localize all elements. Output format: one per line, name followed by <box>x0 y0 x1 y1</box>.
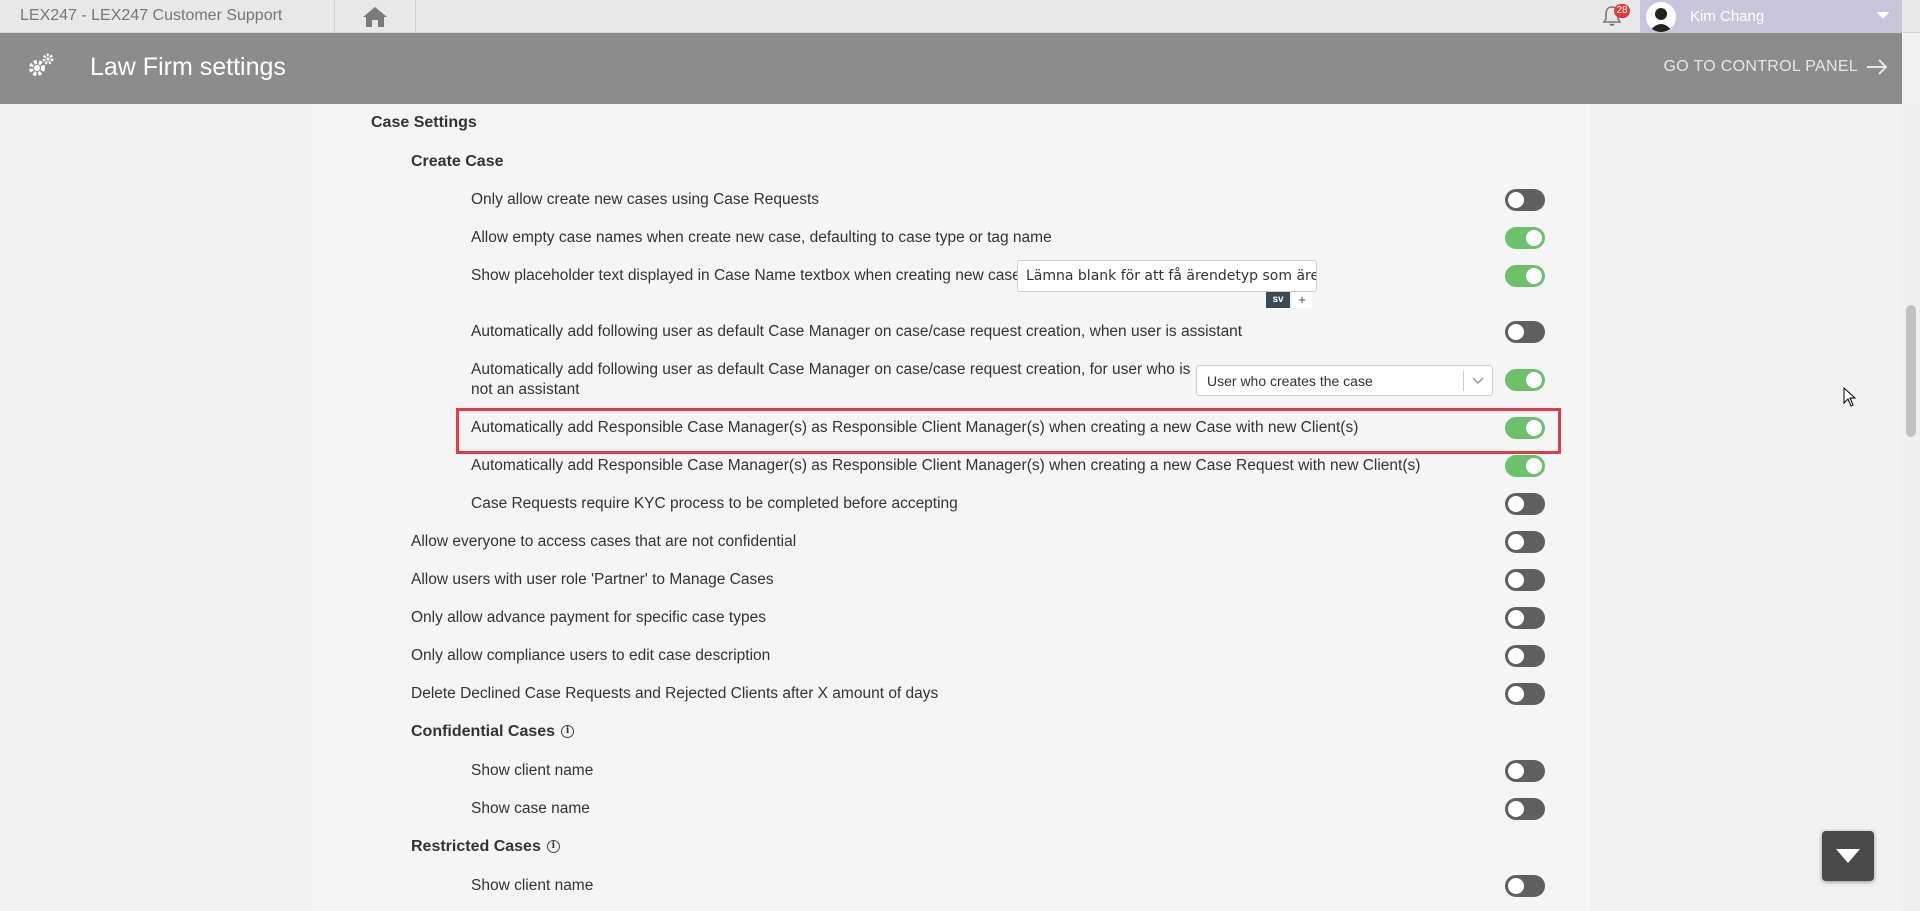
default-manager-select[interactable]: User who creates the case <box>1196 365 1493 396</box>
toggle-delete-declined[interactable] <box>1505 683 1545 705</box>
setting-label: Only allow create new cases using Case R… <box>471 191 820 208</box>
setting-label: Only allow compliance users to edit case… <box>411 647 771 664</box>
section-case-settings: Case Settings <box>371 114 477 131</box>
setting-label-line2: not an assistant <box>471 381 580 398</box>
setting-label: Allow everyone to access cases that are … <box>411 533 797 550</box>
setting-label: Show case name <box>471 800 590 817</box>
setting-row: Only allow advance payment for specific … <box>411 608 766 628</box>
section-restricted-cases: Restricted Cases i <box>411 838 560 856</box>
setting-row: Allow empty case names when create new c… <box>471 228 1052 248</box>
toggle-kyc-required[interactable] <box>1505 493 1545 515</box>
setting-label: Case Requests require KYC process to be … <box>471 495 958 512</box>
setting-label: Automatically add Responsible Case Manag… <box>471 457 1421 474</box>
section-confidential-cases: Confidential Cases i <box>411 723 575 741</box>
setting-row: Only allow create new cases using Case R… <box>471 190 819 210</box>
setting-row: Allow everyone to access cases that are … <box>411 532 796 552</box>
section-create-case: Create Case <box>411 153 504 170</box>
scrollbar-track[interactable] <box>1902 104 1920 911</box>
user-menu[interactable]: Kim Chang <box>1640 0 1902 33</box>
home-tab[interactable] <box>334 0 416 33</box>
add-language-button[interactable]: + <box>1292 292 1312 308</box>
toggle-confidential-show-client-name[interactable] <box>1505 760 1545 782</box>
top-bar: LEX247 - LEX247 Customer Support 28 Kim … <box>0 0 1920 33</box>
toggle-default-manager-non-assistant[interactable] <box>1505 369 1545 391</box>
toggle-allow-empty-names[interactable] <box>1505 227 1545 249</box>
setting-row: Show client name <box>471 761 593 781</box>
app-title: LEX247 - LEX247 Customer Support <box>20 7 283 24</box>
toggle-advance-payment[interactable] <box>1505 607 1545 629</box>
home-icon <box>363 6 387 27</box>
placeholder-text-input[interactable]: Lämna blank för att få ärendetyp som äre… <box>1017 260 1317 292</box>
notification-badge: 28 <box>1614 4 1630 18</box>
setting-label: Automatically add Responsible Case Manag… <box>471 419 1359 436</box>
user-avatar-icon <box>1649 8 1673 32</box>
info-icon[interactable]: i <box>561 725 575 739</box>
chevron-down-icon <box>1464 376 1492 385</box>
scrollbar-thumb[interactable] <box>1906 305 1916 437</box>
setting-row: Show placeholder text displayed in Case … <box>471 266 1021 286</box>
setting-label: Show client name <box>471 877 594 894</box>
toggle-default-manager-assistant[interactable] <box>1505 321 1545 343</box>
toggle-compliance-edit[interactable] <box>1505 645 1545 667</box>
toggle-show-placeholder[interactable] <box>1505 265 1545 287</box>
setting-row: Allow users with user role 'Partner' to … <box>411 570 774 590</box>
setting-row: Show client name <box>471 876 593 896</box>
setting-label: Only allow advance payment for specific … <box>411 609 766 626</box>
caret-down-icon <box>1836 849 1860 863</box>
setting-row: Case Requests require KYC process to be … <box>471 494 958 514</box>
setting-label: Allow users with user role 'Partner' to … <box>411 571 774 588</box>
setting-row: Show case name <box>471 799 590 819</box>
toggle-responsible-client-case[interactable] <box>1505 417 1545 439</box>
select-value: User who creates the case <box>1207 372 1373 389</box>
setting-label: Allow empty case names when create new c… <box>471 229 1052 246</box>
setting-row: Only allow compliance users to edit case… <box>411 646 770 666</box>
toggle-only-case-requests[interactable] <box>1505 189 1545 211</box>
setting-label: Delete Declined Case Requests and Reject… <box>411 685 939 702</box>
chevron-down-icon <box>1876 11 1890 19</box>
setting-row: Automatically add following user as defa… <box>471 360 1190 400</box>
setting-row: Automatically add Responsible Case Manag… <box>471 456 1420 476</box>
info-icon[interactable]: i <box>546 840 560 854</box>
toggle-restricted-show-client-name[interactable] <box>1505 875 1545 897</box>
page-header: Law Firm settings GO TO CONTROL PANEL <box>0 33 1902 104</box>
setting-row: Delete Declined Case Requests and Reject… <box>411 684 938 704</box>
mouse-cursor-icon <box>1843 387 1857 407</box>
control-panel-label: GO TO CONTROL PANEL <box>1663 58 1858 75</box>
toggle-partner-manage[interactable] <box>1505 569 1545 591</box>
toggle-everyone-access[interactable] <box>1505 531 1545 553</box>
page-title: Law Firm settings <box>90 53 286 81</box>
setting-row: Automatically add following user as defa… <box>471 322 1242 342</box>
scroll-down-button[interactable] <box>1822 831 1874 881</box>
toggle-responsible-client-case-request[interactable] <box>1505 455 1545 477</box>
toggle-confidential-show-case-name[interactable] <box>1505 798 1545 820</box>
setting-label: Automatically add following user as defa… <box>471 323 1243 340</box>
setting-label: Show client name <box>471 762 594 779</box>
avatar <box>1646 2 1676 32</box>
section-label: Restricted Cases <box>411 838 541 855</box>
gears-icon <box>29 53 54 76</box>
setting-label: Show placeholder text displayed in Case … <box>471 267 1021 284</box>
language-tag[interactable]: sv <box>1266 292 1290 308</box>
setting-label-line1: Automatically add following user as defa… <box>471 361 1191 378</box>
section-label: Confidential Cases <box>411 723 556 740</box>
arrow-right-icon <box>1867 59 1888 75</box>
user-name: Kim Chang <box>1690 8 1765 25</box>
setting-row: Automatically add Responsible Case Manag… <box>471 418 1358 438</box>
go-to-control-panel-link[interactable]: GO TO CONTROL PANEL <box>1664 58 1888 76</box>
